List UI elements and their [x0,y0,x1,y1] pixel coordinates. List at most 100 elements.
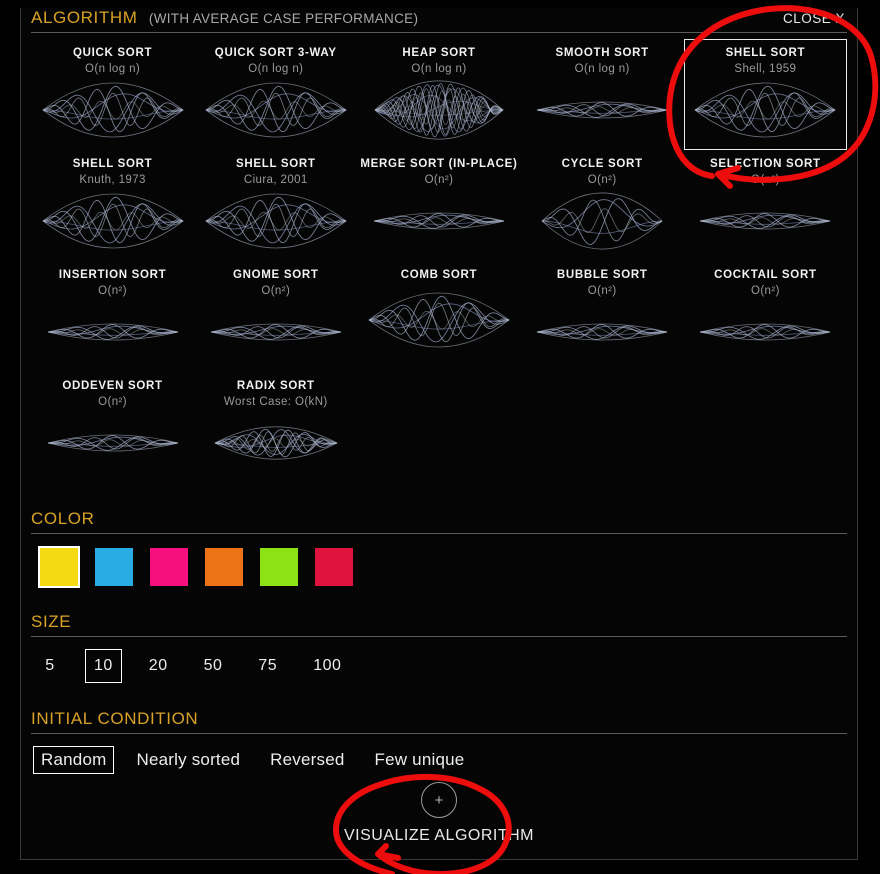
size-option[interactable]: 50 [195,649,232,683]
algorithm-thumbnail [694,82,837,138]
visualize-algorithm-label: VISUALIZE ALGORITHM [344,827,534,844]
algorithm-cell[interactable]: ODDEVEN SORT O(n²) [31,372,194,483]
algorithm-cell[interactable]: QUICK SORT 3-WAY O(n log n) [194,39,357,150]
color-swatch-magenta[interactable] [150,548,188,586]
initial-condition-option[interactable]: Reversed [262,746,352,774]
algorithm-name: RADIX SORT [236,380,315,392]
color-swatch-yellow[interactable] [40,548,78,586]
color-swatch-row [31,548,847,586]
algorithm-thumbnail [700,212,831,230]
page-title: ALGORITHM [31,8,138,27]
algorithm-name: MERGE SORT (IN-PLACE) [360,158,518,170]
algorithm-cell[interactable]: COCKTAIL SORT O(n²) [684,261,847,372]
algorithm-thumbnail [205,193,347,249]
algorithm-thumbnail [41,193,184,249]
algorithm-complexity: O(n²) [587,174,617,186]
algorithm-name: HEAP SORT [402,47,476,59]
algorithm-cell[interactable]: QUICK SORT O(n log n) [31,39,194,150]
algorithm-complexity: Knuth, 1973 [79,174,146,186]
color-swatch-green[interactable] [260,548,298,586]
algorithm-thumbnail [213,426,338,460]
algorithm-thumbnail [374,80,504,140]
page-subtitle: (WITH AVERAGE CASE PERFORMANCE) [148,11,419,26]
algorithm-name: COCKTAIL SORT [714,269,817,281]
size-title: SIZE [31,612,72,631]
visualize-algorithm-button[interactable]: + VISUALIZE ALGORITHM [21,782,857,845]
algorithm-name: INSERTION SORT [58,269,167,281]
algorithm-name: SHELL SORT [725,47,806,59]
algorithm-cell[interactable]: HEAP SORT O(n log n) [357,39,520,150]
algorithm-cell[interactable]: CYCLE SORT O(n²) [521,150,684,261]
algorithm-cell[interactable]: SELECTION SORT O(n²) [684,150,847,261]
algorithm-complexity: O(n²) [750,174,780,186]
algorithm-name: ODDEVEN SORT [62,380,163,392]
color-section: COLOR [31,509,847,586]
algorithm-thumbnail [373,212,505,230]
color-swatch-blue[interactable] [95,548,133,586]
initial-condition-option[interactable]: Few unique [367,746,473,774]
size-option[interactable]: 75 [249,649,286,683]
algorithm-complexity: O(n²) [587,285,617,297]
size-section-header: SIZE [31,612,847,637]
algorithm-name: SHELL SORT [72,158,153,170]
size-option-row: 5 10 20 50 75 100 [31,649,847,683]
algorithm-cell[interactable]: SHELL SORT Knuth, 1973 [31,150,194,261]
size-option[interactable]: 10 [85,649,122,683]
algorithm-complexity: O(n²) [424,174,454,186]
algorithm-complexity: O(n²) [98,396,128,408]
color-swatch-orange[interactable] [205,548,243,586]
algorithm-name: BUBBLE SORT [556,269,648,281]
algorithm-complexity: O(n²) [750,285,780,297]
algorithm-thumbnail [47,323,178,341]
algorithm-thumbnail [541,192,663,250]
algorithm-cell[interactable]: BUBBLE SORT O(n²) [521,261,684,372]
algorithm-section-header: ALGORITHM (WITH AVERAGE CASE PERFORMANCE… [31,8,847,33]
algorithm-name: SHELL SORT [235,158,316,170]
plus-icon: + [421,782,457,818]
algorithm-cell[interactable]: SHELL SORT Ciura, 2001 [194,150,357,261]
algorithm-complexity: Shell, 1959 [734,63,797,75]
algorithm-thumbnail [537,101,668,119]
algorithm-cell[interactable]: COMB SORT [357,261,520,372]
color-title: COLOR [31,509,95,528]
algorithm-cell[interactable]: MERGE SORT (IN-PLACE) O(n²) [357,150,520,261]
algorithm-complexity: Worst Case: O(kN) [223,396,328,408]
algorithm-name: SMOOTH SORT [555,47,649,59]
algorithm-name: CYCLE SORT [561,158,643,170]
size-option[interactable]: 100 [304,649,350,683]
algorithm-cell[interactable]: RADIX SORT Worst Case: O(kN) [194,372,357,483]
size-option[interactable]: 20 [140,649,177,683]
algorithm-name: QUICK SORT [72,47,153,59]
algorithm-complexity: O(n²) [98,285,128,297]
algorithm-thumbnail [205,82,347,138]
initial-condition-option[interactable]: Random [33,746,115,774]
algorithm-complexity: O(n log n) [85,63,141,75]
algorithm-panel: ALGORITHM (WITH AVERAGE CASE PERFORMANCE… [20,8,858,860]
initial-condition-section: INITIAL CONDITION Random Nearly sorted Rev… [31,709,847,774]
algorithm-name: COMB SORT [400,269,478,281]
initial-condition-section-header: INITIAL CONDITION [31,709,847,734]
algorithm-cell[interactable]: SMOOTH SORT O(n log n) [521,39,684,150]
initial-condition-option[interactable]: Nearly sorted [128,746,248,774]
color-section-header: COLOR [31,509,847,534]
algorithm-cell[interactable]: INSERTION SORT O(n²) [31,261,194,372]
algorithm-complexity: O(n log n) [411,63,467,75]
initial-condition-title: INITIAL CONDITION [31,709,199,728]
algorithm-thumbnail [210,323,341,341]
algorithm-thumbnail [700,323,831,341]
algorithm-thumbnail [368,292,510,348]
color-swatch-crimson[interactable] [315,548,353,586]
algorithm-thumbnail [47,434,178,452]
close-button[interactable]: CLOSE X [783,11,845,26]
algorithm-cell[interactable]: SHELL SORT Shell, 1959 [683,39,847,150]
size-option[interactable]: 5 [33,649,67,683]
plus-glyph: + [434,791,444,809]
algorithm-complexity: O(n²) [261,285,291,297]
size-section: SIZE 5 10 20 50 75 100 [31,612,847,683]
algorithm-thumbnail [41,82,184,138]
algorithm-grid: QUICK SORT O(n log n) QUICK SORT 3-WAY O(n … [31,39,847,483]
algorithm-cell[interactable]: GNOME SORT O(n²) [194,261,357,372]
algorithm-complexity: O(n log n) [574,63,630,75]
initial-condition-option-row: Random Nearly sorted Reversed Few unique [31,746,847,774]
algorithm-name: SELECTION SORT [710,158,821,170]
